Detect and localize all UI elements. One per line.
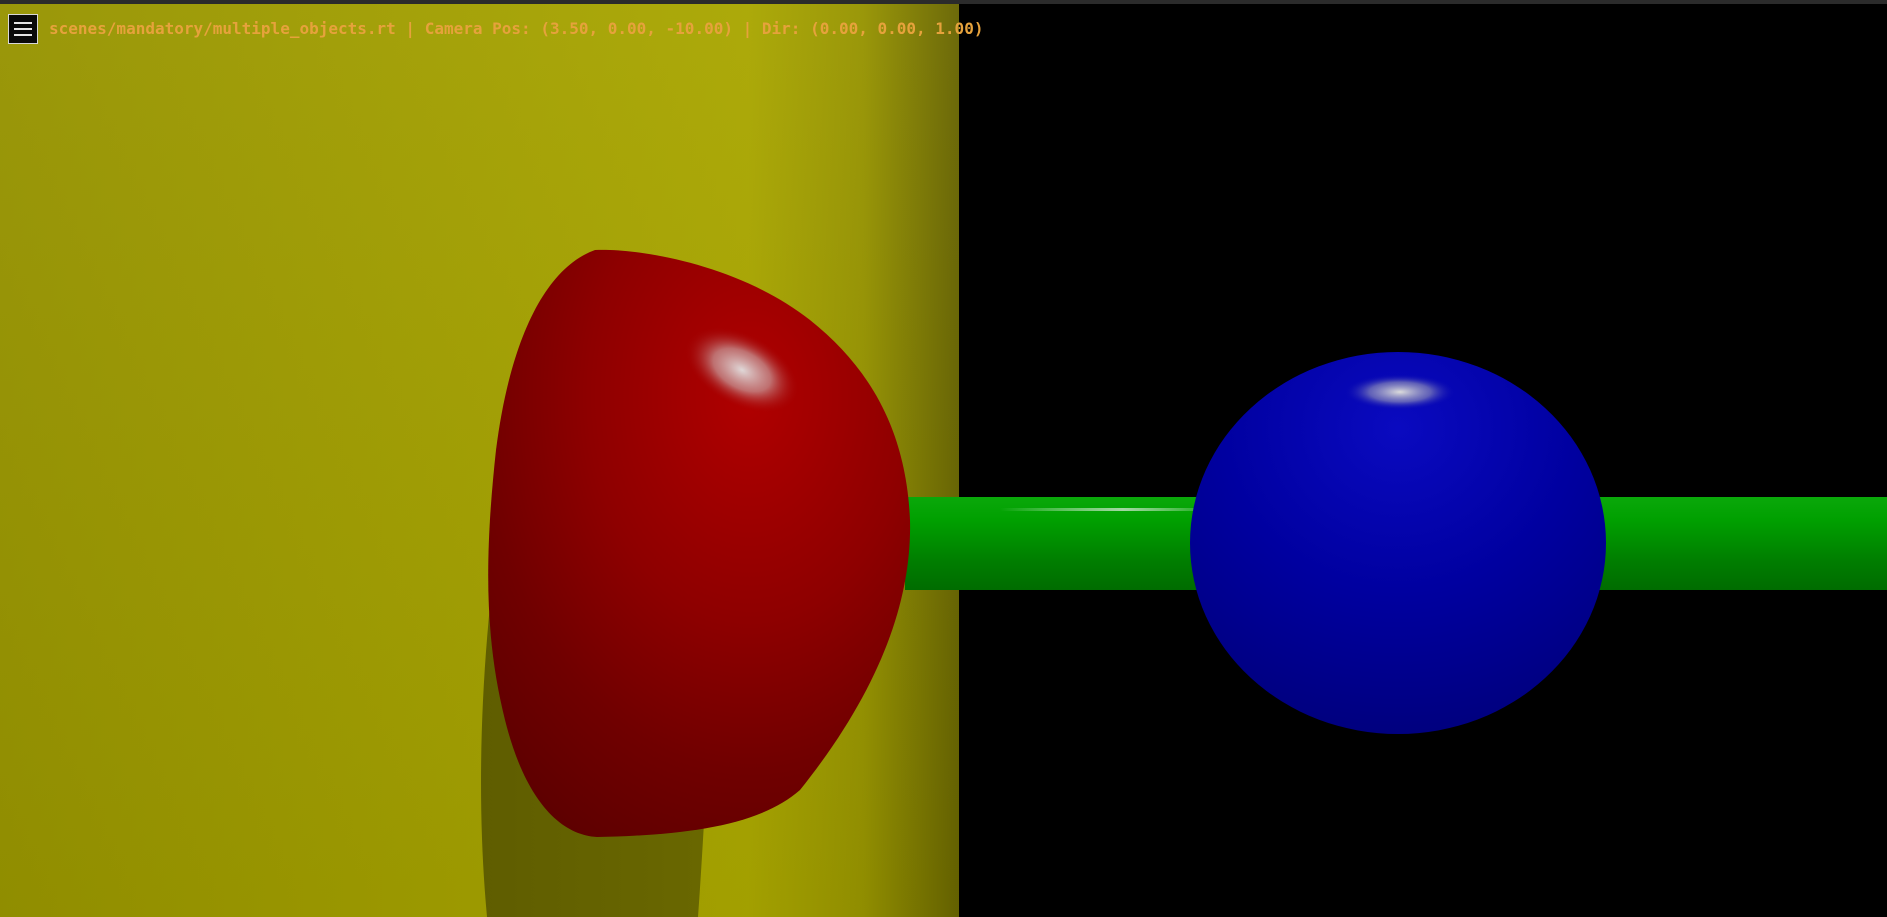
status-separator: | <box>742 19 753 38</box>
hamburger-menu-button[interactable] <box>8 14 38 44</box>
render-viewport: scenes/mandatory/multiple_objects.rt | C… <box>0 0 1887 917</box>
dir-label: Dir: <box>761 19 801 38</box>
camera-pos-value: (3.50, 0.00, -10.00) <box>540 19 733 38</box>
dir-value: (0.00, 0.00, 1.00) <box>810 19 984 38</box>
green-cylinder-left-highlight <box>1000 508 1205 511</box>
window-top-border <box>0 0 1887 4</box>
scene-path: scenes/mandatory/multiple_objects.rt <box>49 19 396 38</box>
hamburger-menu-icon-bar <box>14 28 32 30</box>
status-overlay: scenes/mandatory/multiple_objects.rt | C… <box>49 18 983 40</box>
blue-sphere-highlight <box>1344 374 1456 410</box>
status-separator: | <box>405 19 416 38</box>
rendered-scene <box>0 0 1887 917</box>
hamburger-menu-icon <box>14 22 32 24</box>
green-cylinder-right <box>1590 497 1887 590</box>
camera-pos-label: Camera Pos: <box>424 19 531 38</box>
hamburger-menu-icon-bar <box>14 34 32 36</box>
